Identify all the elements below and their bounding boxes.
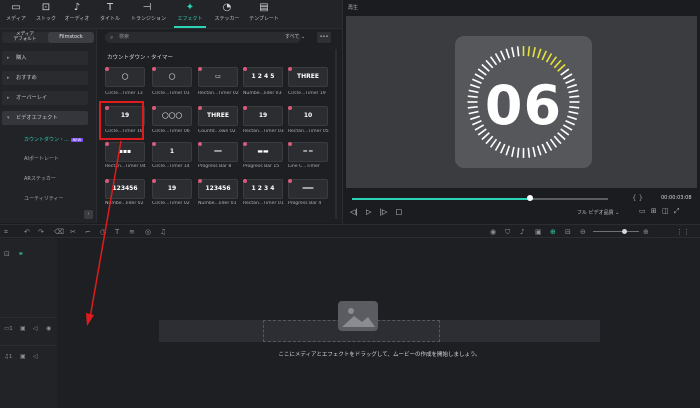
drag-arrow-annotation (86, 140, 122, 326)
